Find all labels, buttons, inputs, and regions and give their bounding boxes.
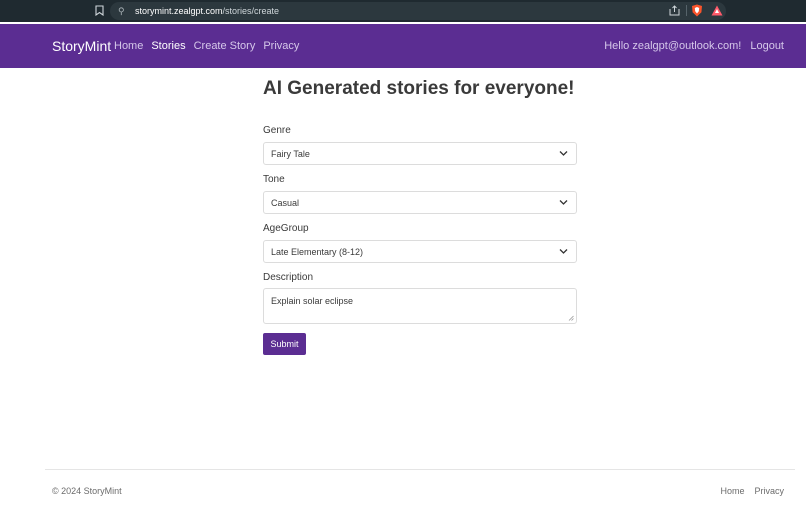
tone-label: Tone [263,174,285,185]
footer-links: Home Privacy [710,486,784,497]
genre-select-value: Fairy Tale [271,149,310,159]
bookmark-icon[interactable] [95,5,105,17]
footer-link-home[interactable]: Home [720,486,744,497]
nav-link-home[interactable]: Home [114,40,143,52]
chevron-down-icon [559,249,568,254]
genre-label: Genre [263,125,291,136]
submit-button[interactable]: Submit [263,333,306,355]
description-text: Explain solar eclipse [271,296,354,306]
genre-select[interactable]: Fairy Tale [263,142,577,165]
top-navbar: StoryMint Home Stories Create Story Priv… [0,24,806,68]
resize-grip-icon[interactable] [568,315,574,321]
nav-link-create-story[interactable]: Create Story [194,40,256,52]
nav-link-stories[interactable]: Stories [151,40,185,52]
chevron-down-icon [559,200,568,205]
age-group-label: AgeGroup [263,223,309,234]
tone-select[interactable]: Casual [263,191,577,214]
account-greeting-link[interactable]: Hello zealgpt@outlook.com! [604,40,741,52]
age-group-select[interactable]: Late Elementary (8-12) [263,240,577,263]
nav-links: Home Stories Create Story Privacy [114,40,307,52]
toolbar-divider [686,5,687,16]
logout-link[interactable]: Logout [750,40,784,52]
account-nav: Hello zealgpt@outlook.com! Logout [595,40,784,52]
description-textarea[interactable]: Explain solar eclipse [263,288,577,324]
footer-divider [45,469,795,470]
brand-logo[interactable]: StoryMint [52,38,111,54]
footer-link-privacy[interactable]: Privacy [754,486,784,497]
chevron-down-icon [559,151,568,156]
browser-toolbar: ⚲ storymint.zealgpt.com/stories/create [0,0,806,22]
site-settings-icon[interactable]: ⚲ [118,5,125,17]
share-icon[interactable] [669,5,680,16]
page-title: AI Generated stories for everyone! [263,78,575,99]
address-url[interactable]: storymint.zealgpt.com/stories/create [135,5,279,17]
description-label: Description [263,272,314,283]
brave-shield-icon[interactable] [691,4,703,17]
nav-link-privacy[interactable]: Privacy [263,40,299,52]
brave-rewards-icon[interactable] [711,5,723,16]
footer-copyright: © 2024 StoryMint [52,486,122,496]
age-group-select-value: Late Elementary (8-12) [271,247,364,257]
tone-select-value: Casual [271,198,300,208]
